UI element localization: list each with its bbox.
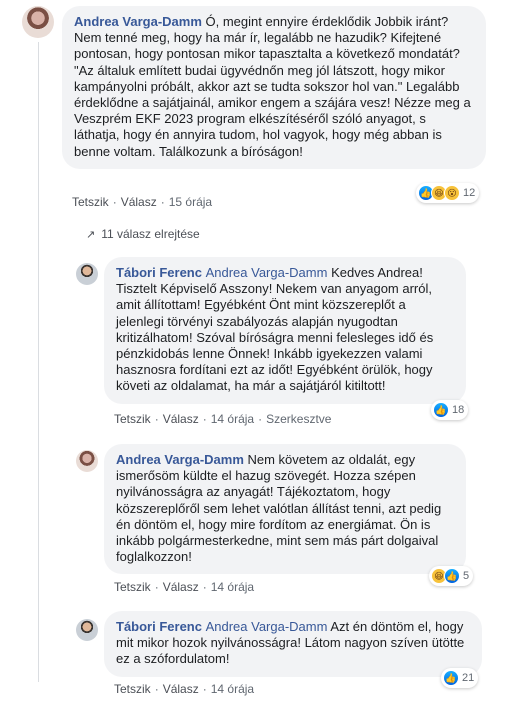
- reply-bubble: Tábori Ferenc Andrea Varga-Damm Kedves A…: [104, 257, 466, 404]
- timestamp[interactable]: 14 órája: [211, 682, 254, 696]
- reply-bubble: Andrea Varga-Damm Nem követem az oldalát…: [104, 444, 466, 575]
- reply-text: Kedves Andrea! Tisztelt Képviselő Asszon…: [116, 265, 434, 394]
- reply-button[interactable]: Válasz: [163, 412, 199, 426]
- reply-author[interactable]: Tábori Ferenc: [116, 619, 206, 634]
- like-icon: 👍: [444, 568, 460, 584]
- reply-text: Nem követem az oldalát, egy ismerősöm kü…: [116, 452, 442, 565]
- reply-arrow-icon: ↗: [86, 228, 96, 241]
- separator: ·: [112, 195, 117, 209]
- timestamp[interactable]: 15 órája: [169, 195, 212, 209]
- separator: ·: [202, 580, 207, 594]
- reaction-count: 12: [463, 187, 476, 199]
- hide-replies-button[interactable]: ↗ 11 válasz elrejtése: [86, 227, 200, 241]
- mention-link[interactable]: Andrea Varga-Damm: [206, 619, 331, 634]
- reactions-summary[interactable]: 👍 😆 😮 12: [416, 183, 480, 203]
- separator: ·: [154, 682, 159, 696]
- reaction-count: 21: [462, 672, 475, 684]
- separator: ·: [202, 412, 207, 426]
- reply-bubble: Tábori Ferenc Andrea Varga-Damm Azt én d…: [104, 611, 482, 677]
- separator: ·: [154, 412, 159, 426]
- mention-link[interactable]: Andrea Varga-Damm: [206, 265, 331, 280]
- avatar[interactable]: [76, 450, 98, 472]
- reaction-count: 5: [463, 570, 470, 582]
- separator: ·: [160, 195, 165, 209]
- separator: ·: [154, 580, 159, 594]
- reply-button[interactable]: Válasz: [121, 195, 157, 209]
- comment-text: Ó, megint ennyire érdeklődik Jobbik irán…: [74, 14, 471, 159]
- comment-bubble: Andrea Varga-Damm Ó, megint ennyire érde…: [62, 6, 486, 169]
- like-icon: 👍: [443, 670, 459, 686]
- like-button[interactable]: Tetszik: [114, 580, 151, 594]
- reaction-count: 18: [452, 404, 465, 416]
- like-button[interactable]: Tetszik: [114, 682, 151, 696]
- avatar[interactable]: [76, 619, 98, 641]
- comment-author[interactable]: Andrea Varga-Damm: [74, 14, 206, 29]
- avatar[interactable]: [76, 263, 98, 285]
- like-button[interactable]: Tetszik: [72, 195, 109, 209]
- wow-icon: 😮: [444, 185, 460, 201]
- reply-author[interactable]: Andrea Varga-Damm: [116, 452, 248, 467]
- timestamp[interactable]: 14 órája: [211, 580, 254, 594]
- separator: ·: [202, 682, 207, 696]
- reply-author[interactable]: Tábori Ferenc: [116, 265, 206, 280]
- hide-replies-label: 11 válasz elrejtése: [101, 227, 200, 241]
- reactions-summary[interactable]: 👍 18: [431, 400, 469, 420]
- separator: ·: [258, 412, 263, 426]
- reply-actions: Tetszik · Válasz · 14 órája: [114, 580, 254, 594]
- reactions-summary[interactable]: 👍 21: [441, 668, 479, 688]
- timestamp[interactable]: 14 órája: [211, 412, 254, 426]
- thread-line: [38, 42, 39, 682]
- reply-button[interactable]: Válasz: [163, 580, 199, 594]
- reply-actions: Tetszik · Válasz · 14 órája · Szerkesztv…: [114, 412, 331, 426]
- reply-actions: Tetszik · Válasz · 14 órája: [114, 682, 254, 696]
- avatar[interactable]: [22, 6, 54, 38]
- reactions-summary[interactable]: 😆 👍 5: [429, 566, 474, 586]
- comment-actions: Tetszik · Válasz · 15 órája: [72, 195, 212, 209]
- like-button[interactable]: Tetszik: [114, 412, 151, 426]
- reply-button[interactable]: Válasz: [163, 682, 199, 696]
- edited-label[interactable]: Szerkesztve: [266, 412, 331, 426]
- like-icon: 👍: [433, 402, 449, 418]
